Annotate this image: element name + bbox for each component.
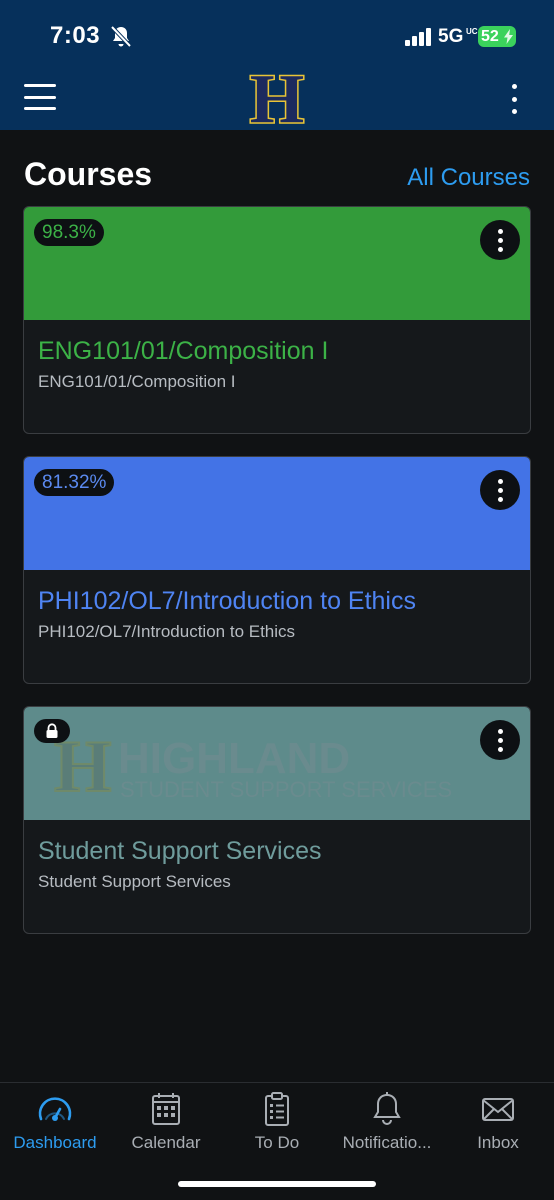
bell-icon (373, 1092, 401, 1125)
watermark-subtitle: STUDENT SUPPORT SERVICES (120, 777, 452, 799)
home-indicator[interactable] (178, 1181, 376, 1187)
course-options-icon[interactable] (480, 220, 520, 260)
course-card-banner: 81.32% (24, 457, 530, 570)
network-type-suffix: UC (466, 27, 478, 36)
course-subtitle: PHI102/OL7/Introduction to Ethics (38, 622, 296, 641)
tab-inbox[interactable]: Inbox (443, 1083, 553, 1163)
hamburger-menu-icon[interactable] (24, 84, 56, 110)
watermark-title: HIGHLAND (118, 734, 350, 783)
tab-calendar[interactable]: Calendar (111, 1083, 221, 1163)
tab-label: Calendar (131, 1133, 201, 1152)
course-subtitle: Student Support Services (38, 872, 231, 891)
calendar-icon (152, 1093, 180, 1125)
tab-label: Inbox (477, 1133, 519, 1152)
course-options-icon[interactable] (480, 720, 520, 760)
signal-bars-icon (405, 28, 431, 46)
charging-bolt-icon (504, 29, 513, 44)
tab-todo[interactable]: To Do (222, 1083, 332, 1163)
course-title[interactable]: Student Support Services (38, 837, 322, 866)
course-card[interactable]: 98.3% ENG101/01/Composition I ENG101/01/… (23, 206, 531, 434)
course-title[interactable]: ENG101/01/Composition I (38, 337, 328, 366)
all-courses-link[interactable]: All Courses (407, 164, 530, 192)
dashboard-gauge-icon (38, 1097, 72, 1121)
tab-label: To Do (254, 1133, 300, 1152)
lock-badge (34, 719, 70, 743)
logo-letter: H (250, 66, 304, 128)
course-card[interactable]: H HIGHLAND STUDENT SUPPORT SERVICES Stud… (23, 706, 531, 934)
tab-dashboard[interactable]: Dashboard (0, 1083, 110, 1163)
top-app-bar: 7:03 5G UC 52 H (0, 0, 554, 130)
course-card[interactable]: 81.32% PHI102/OL7/Introduction to Ethics… (23, 456, 531, 684)
status-time: 7:03 (50, 22, 101, 49)
lock-icon (46, 723, 58, 738)
school-logo: H (248, 66, 305, 128)
tab-notifications[interactable]: Notificatio... (332, 1083, 442, 1163)
battery-level: 52 (481, 27, 499, 45)
app-screen: 7:03 5G UC 52 H Courses All Courses 98.3… (0, 0, 554, 1200)
course-options-icon[interactable] (480, 470, 520, 510)
overflow-menu-icon[interactable] (503, 84, 525, 114)
course-subtitle: ENG101/01/Composition I (38, 372, 236, 391)
highland-watermark-image: H HIGHLAND STUDENT SUPPORT SERVICES (54, 729, 452, 799)
battery-indicator: 52 (478, 26, 516, 47)
grade-badge: 81.32% (34, 469, 115, 496)
courses-heading: Courses (24, 156, 153, 192)
tab-label: Notificatio... (342, 1133, 432, 1152)
network-type: 5G (438, 26, 464, 47)
bell-slash-icon (110, 25, 132, 48)
course-card-banner: H HIGHLAND STUDENT SUPPORT SERVICES (24, 707, 530, 820)
course-title[interactable]: PHI102/OL7/Introduction to Ethics (38, 587, 416, 616)
envelope-icon (482, 1098, 514, 1121)
course-card-banner: 98.3% (24, 207, 530, 320)
clipboard-icon (265, 1092, 289, 1126)
grade-badge: 98.3% (34, 219, 104, 246)
tab-label: Dashboard (13, 1133, 97, 1152)
